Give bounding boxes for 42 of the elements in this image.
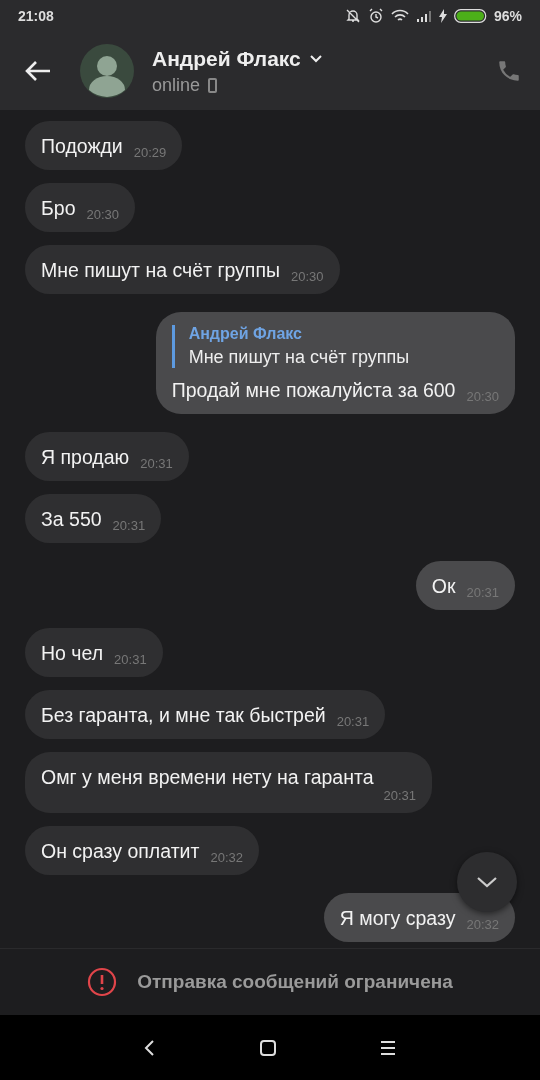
message-text: Без гаранта, и мне так быстрей bbox=[41, 703, 326, 727]
reply-text: Мне пишут на счёт группы bbox=[188, 347, 411, 368]
charging-icon bbox=[438, 9, 447, 23]
message-time: 20:30 bbox=[291, 270, 324, 284]
message-time: 20:31 bbox=[336, 715, 370, 729]
avatar-icon[interactable] bbox=[80, 44, 134, 98]
message-text: Бро bbox=[41, 196, 76, 220]
restriction-notice: Отправка сообщений ограничена bbox=[137, 971, 453, 993]
contact-name[interactable]: Андрей Флакс bbox=[152, 46, 301, 71]
message-text: Мне пишут на счёт группы bbox=[41, 258, 280, 282]
signal-icon bbox=[415, 10, 432, 22]
message-text: Омг у меня времени нету на гаранта bbox=[41, 765, 375, 789]
message-time: 20:31 bbox=[140, 457, 173, 471]
battery-icon bbox=[453, 9, 487, 23]
home-icon[interactable] bbox=[259, 1038, 277, 1057]
warning-icon bbox=[87, 967, 118, 997]
status-time: 21:08 bbox=[18, 8, 54, 24]
battery-percent: 96% bbox=[493, 8, 522, 24]
wifi-icon bbox=[390, 9, 409, 23]
message-text: Продай мне пожалуйста за 600 bbox=[171, 378, 456, 402]
bell-off-icon bbox=[344, 8, 361, 24]
online-status: online bbox=[152, 74, 201, 96]
back-icon[interactable] bbox=[143, 1038, 157, 1057]
alarm-icon bbox=[367, 8, 384, 24]
chevron-down-icon[interactable] bbox=[475, 875, 499, 889]
chevron-down-icon[interactable] bbox=[308, 53, 323, 64]
message-text: Я могу сразу bbox=[339, 906, 456, 930]
message-text: Но чел bbox=[41, 641, 104, 665]
message-text: За 550 bbox=[41, 507, 102, 531]
message-time: 20:31 bbox=[114, 653, 147, 667]
message-time: 20:31 bbox=[112, 519, 146, 533]
reply-author: Андрей Флакс bbox=[188, 325, 303, 343]
message-text: Ок bbox=[431, 574, 456, 598]
message-text: Я продаю bbox=[41, 445, 130, 469]
phone-device-icon bbox=[208, 77, 218, 93]
message-time: 20:32 bbox=[210, 851, 243, 865]
message-time: 20:29 bbox=[133, 146, 167, 160]
message-time: 20:31 bbox=[383, 789, 416, 803]
menu-icon[interactable] bbox=[379, 1039, 397, 1056]
message-time: 20:30 bbox=[86, 208, 120, 222]
message-text: Подожди bbox=[41, 134, 123, 158]
message-text: Он сразу оплатит bbox=[41, 839, 200, 863]
